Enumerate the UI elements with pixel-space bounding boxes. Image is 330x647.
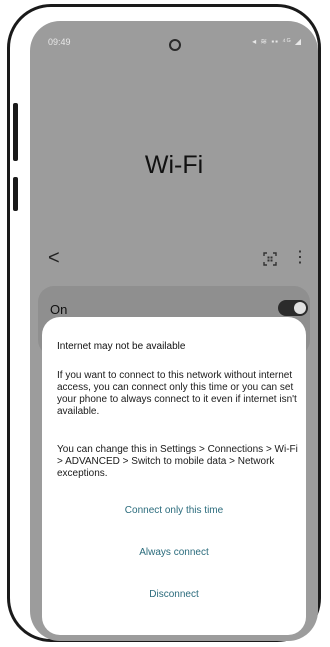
dialog-title: Internet may not be available — [57, 341, 186, 352]
wifi-toggle-switch[interactable] — [278, 300, 308, 316]
disconnect-button[interactable]: Disconnect — [42, 589, 306, 600]
front-camera — [169, 39, 181, 51]
status-icons: ◂ ≋ ▪▪ ⁴ᴳ ◢ — [252, 37, 302, 46]
back-button[interactable]: < — [48, 248, 60, 268]
phone-frame: 09:49 ◂ ≋ ▪▪ ⁴ᴳ ◢ Wi-Fi < ⋮ On Internet … — [7, 4, 321, 642]
always-connect-button[interactable]: Always connect — [42, 547, 306, 558]
connect-only-this-time-button[interactable]: Connect only this time — [42, 505, 306, 516]
internet-warning-dialog: Internet may not be available If you wan… — [42, 317, 306, 635]
dialog-settings-hint: You can change this in Settings > Connec… — [57, 444, 298, 479]
volume-button — [13, 103, 18, 161]
more-options-button[interactable]: ⋮ — [292, 249, 308, 267]
power-button — [13, 177, 18, 211]
wifi-toggle-label: On — [50, 302, 68, 317]
dialog-message: If you want to connect to this network w… — [57, 370, 297, 417]
screen: 09:49 ◂ ≋ ▪▪ ⁴ᴳ ◢ Wi-Fi < ⋮ On Internet … — [30, 21, 318, 641]
status-time: 09:49 — [48, 37, 71, 47]
qr-scan-icon[interactable] — [263, 252, 277, 266]
page-title: Wi-Fi — [144, 151, 204, 179]
